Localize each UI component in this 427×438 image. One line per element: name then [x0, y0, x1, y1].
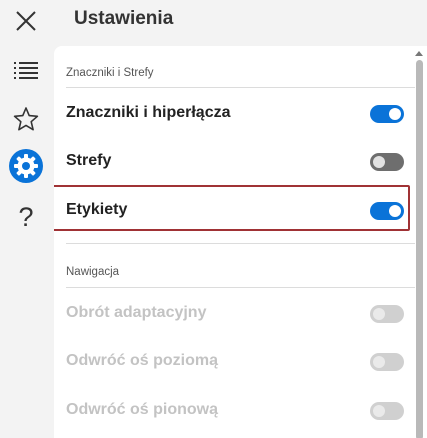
toggle-knob	[373, 308, 385, 320]
list-button[interactable]	[7, 53, 45, 91]
setting-label: Obrót adaptacyjny	[66, 304, 207, 321]
divider	[66, 87, 415, 88]
toggle-knob	[389, 205, 401, 217]
gear-icon	[8, 148, 44, 189]
divider	[66, 243, 415, 244]
star-icon	[13, 106, 39, 137]
scroll-up-arrow-icon[interactable]	[415, 51, 423, 56]
side-rail: ?	[0, 0, 52, 438]
scrollbar[interactable]	[416, 60, 423, 438]
setting-label: Strefy	[66, 152, 112, 169]
setting-row-labels[interactable]: Etykiety	[54, 189, 414, 233]
markers-hyperlinks-toggle[interactable]	[370, 105, 404, 123]
favorites-button[interactable]	[7, 102, 45, 140]
setting-label: Znaczniki i hiperłącza	[66, 104, 231, 121]
setting-row-invert-vertical: Odwróć oś pionową	[54, 389, 414, 433]
close-button[interactable]	[7, 4, 45, 42]
setting-label: Etykiety	[66, 201, 128, 218]
divider	[66, 287, 415, 288]
adaptive-rotation-toggle	[370, 305, 404, 323]
settings-panel: Znaczniki i Strefy Znaczniki i hiperłącz…	[54, 46, 427, 438]
labels-toggle[interactable]	[370, 202, 404, 220]
toggle-knob	[373, 156, 385, 168]
setting-row-adaptive-rotation: Obrót adaptacyjny	[54, 292, 414, 336]
setting-label: Odwróć oś poziomą	[66, 352, 219, 369]
close-icon	[14, 9, 38, 38]
setting-row-invert-horizontal: Odwróć oś poziomą	[54, 340, 414, 384]
help-button[interactable]: ?	[7, 198, 45, 236]
section-label-navigation: Nawigacja	[66, 266, 120, 278]
page-title: Ustawienia	[74, 8, 174, 29]
toggle-knob	[373, 356, 385, 368]
invert-vertical-toggle	[370, 402, 404, 420]
section-label-markers-zones: Znaczniki i Strefy	[66, 67, 154, 79]
setting-row-markers-hyperlinks[interactable]: Znaczniki i hiperłącza	[54, 92, 414, 136]
question-icon: ?	[18, 201, 34, 232]
settings-button[interactable]	[7, 148, 45, 189]
zones-toggle[interactable]	[370, 153, 404, 171]
setting-label: Odwróć oś pionową	[66, 401, 219, 418]
toggle-knob	[373, 405, 385, 417]
list-icon	[13, 60, 39, 85]
invert-horizontal-toggle	[370, 353, 404, 371]
setting-row-zones[interactable]: Strefy	[54, 140, 414, 184]
toggle-knob	[389, 108, 401, 120]
